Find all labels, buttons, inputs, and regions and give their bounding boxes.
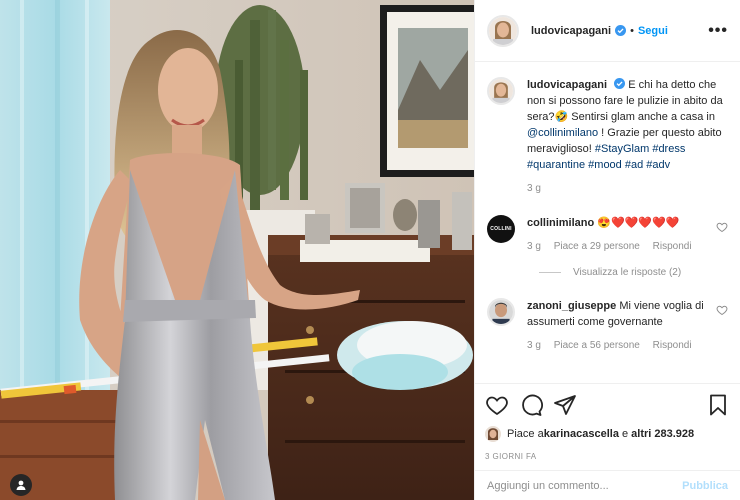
- comment-like-heart-icon[interactable]: [716, 221, 728, 233]
- comment-body: zanoni_giuseppe Mi viene voglia di assum…: [527, 298, 708, 354]
- user-tag-icon: [16, 480, 26, 490]
- comment-username[interactable]: zanoni_giuseppe: [527, 300, 616, 312]
- comment-time[interactable]: 3 g: [527, 241, 541, 252]
- caption-time[interactable]: 3 g: [527, 183, 541, 194]
- comments-list[interactable]: ludovicapagani E chi ha detto che non si…: [475, 63, 740, 383]
- comment-item: COLLINI collinimilano 😍❤️❤️❤️❤️❤️ 3 g Pi…: [487, 215, 728, 255]
- share-icon[interactable]: [553, 393, 577, 417]
- more-options-icon[interactable]: •••: [708, 22, 728, 39]
- action-bar: [485, 390, 730, 420]
- post-date[interactable]: 3 GIORNI FA: [485, 452, 730, 461]
- post-image: [0, 0, 474, 500]
- verified-badge-icon: [614, 78, 626, 89]
- liker-username[interactable]: karinacascella: [544, 428, 619, 440]
- comment-input[interactable]: [487, 479, 683, 492]
- caption-text-2: Sentirsi glam anche a casa in: [568, 111, 715, 123]
- replies-divider: [539, 272, 561, 273]
- caption: ludovicapagani E chi ha detto che non si…: [487, 77, 728, 197]
- verified-badge-icon: [615, 25, 627, 36]
- caption-body: ludovicapagani E chi ha detto che non si…: [527, 77, 728, 197]
- user-tag-button[interactable]: [10, 474, 32, 496]
- comment-time[interactable]: 3 g: [527, 340, 541, 351]
- reply-button[interactable]: Rispondi: [653, 241, 692, 252]
- post-actions: Piace a karinacascella e altri 283.928 3…: [475, 383, 740, 461]
- comment-body: collinimilano 😍❤️❤️❤️❤️❤️ 3 g Piace a 29…: [527, 215, 708, 255]
- heart-icon[interactable]: [485, 393, 509, 417]
- add-comment-bar: Pubblica: [475, 470, 740, 500]
- publish-button[interactable]: Pubblica: [682, 480, 728, 492]
- comment-like-heart-icon[interactable]: [716, 304, 728, 316]
- view-replies-label: Visualizza le risposte (2): [573, 267, 682, 278]
- author-avatar[interactable]: [487, 14, 519, 47]
- liker-avatar[interactable]: [485, 426, 501, 442]
- likes-prefix: Piace a: [507, 428, 544, 440]
- comment-text: 😍❤️❤️❤️❤️❤️: [597, 217, 680, 229]
- post-header: ludovicapagani • Segui •••: [475, 0, 740, 62]
- post-photo[interactable]: [0, 0, 474, 500]
- separator-dot: •: [630, 24, 634, 37]
- comment-username[interactable]: collinimilano: [527, 217, 594, 229]
- author-username[interactable]: ludovicapagani: [531, 25, 611, 37]
- reply-button[interactable]: Rispondi: [653, 340, 692, 351]
- caption-avatar[interactable]: [487, 77, 515, 105]
- post-side-panel: ludovicapagani • Segui ••• ludovicapagan…: [474, 0, 740, 500]
- collinimilano-avatar[interactable]: COLLINI: [487, 215, 515, 243]
- comment-meta: 3 g Piace a 56 persone Rispondi: [527, 338, 708, 354]
- likes-middle: e: [618, 428, 632, 440]
- follow-button[interactable]: Segui: [638, 25, 668, 37]
- zanoni-avatar[interactable]: [487, 298, 515, 326]
- likes-others-count[interactable]: altri 283.928: [631, 428, 694, 440]
- comment-likes[interactable]: Piace a 29 persone: [554, 241, 640, 252]
- caption-username[interactable]: ludovicapagani: [527, 79, 607, 91]
- view-replies-button[interactable]: Visualizza le risposte (2): [539, 267, 728, 278]
- rofl-emoji: 🤣: [554, 111, 569, 123]
- caption-meta: 3 g: [527, 181, 728, 197]
- comment-likes[interactable]: Piace a 56 persone: [554, 340, 640, 351]
- comment-meta: 3 g Piace a 29 persone Rispondi: [527, 239, 708, 255]
- comment-item: zanoni_giuseppe Mi viene voglia di assum…: [487, 298, 728, 354]
- likes-summary: Piace a karinacascella e altri 283.928: [485, 426, 730, 442]
- comment-icon[interactable]: [519, 393, 543, 417]
- mention-link[interactable]: @collinimilano: [527, 127, 598, 139]
- bookmark-icon[interactable]: [706, 393, 730, 417]
